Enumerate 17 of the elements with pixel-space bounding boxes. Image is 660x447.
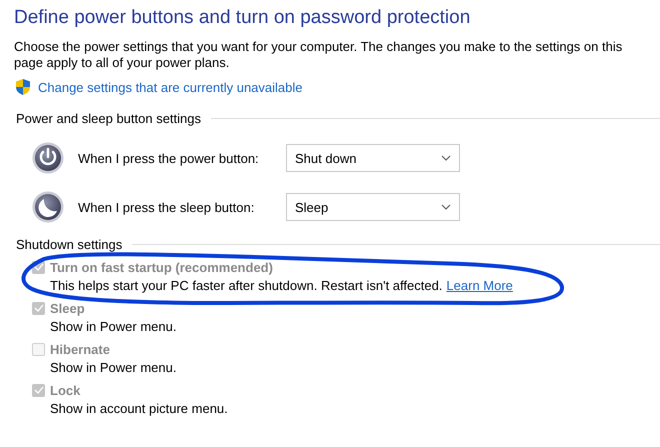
action-dropdown[interactable]: Sleep	[286, 193, 460, 221]
option-label: Turn on fast startup (recommended)	[50, 260, 273, 274]
option-description: Show in account picture menu.	[50, 401, 228, 416]
action-dropdown[interactable]: Shut down	[286, 144, 460, 172]
option-description: This helps start your PC faster after shutdown. Restart isn't affected.	[50, 278, 442, 293]
option-description: Show in Power menu.	[50, 360, 176, 375]
option-description: Show in Power menu.	[50, 319, 176, 334]
setting-label: When I press the power button:	[78, 150, 260, 166]
setting-label: When I press the sleep button:	[78, 200, 256, 214]
option-label: Hibernate	[50, 342, 110, 356]
section-heading: Shutdown settings	[16, 237, 122, 252]
option-label: Lock	[50, 382, 80, 398]
section-heading: Power and sleep button settings	[16, 111, 202, 126]
page-title: Define power buttons and turn on password protection	[14, 6, 472, 30]
admin-link[interactable]: Change settings that are currently unavailable	[38, 80, 302, 94]
description-text: Choose the power settings that you want for your computer. The changes you make to the settings on this page apply to all of your power plans.	[14, 39, 624, 71]
option-label: Sleep	[50, 300, 85, 316]
